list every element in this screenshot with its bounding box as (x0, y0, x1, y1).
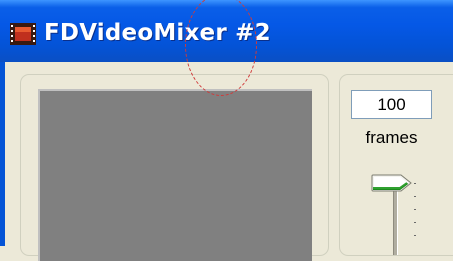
slider-tick (414, 222, 416, 223)
slider-tick (414, 196, 416, 197)
slider-tick (414, 209, 416, 210)
slider-tick (414, 235, 416, 236)
frames-label: frames (365, 128, 418, 147)
slider-thumb[interactable] (371, 174, 413, 192)
filmstrip-icon (10, 23, 36, 45)
video-preview[interactable] (38, 89, 312, 261)
slider-tick (414, 183, 416, 184)
slider-track[interactable] (393, 185, 398, 255)
frames-input[interactable] (351, 90, 432, 119)
